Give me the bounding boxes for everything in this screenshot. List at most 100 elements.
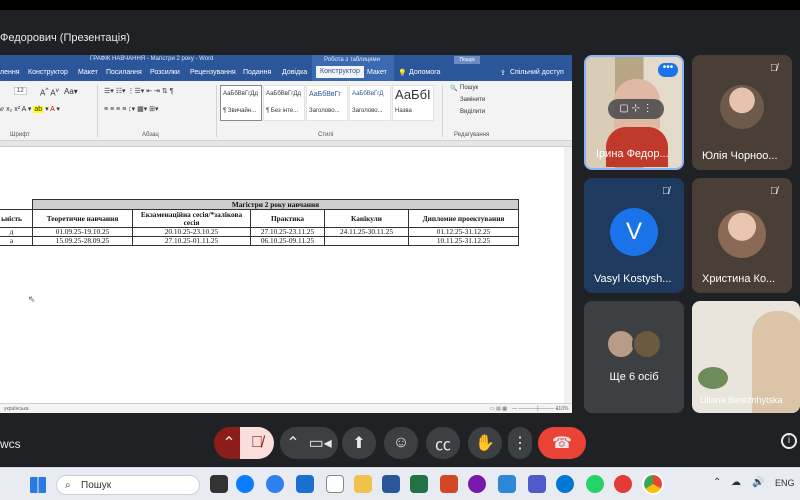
table-cell: 06.10.25-09.11.25 — [250, 236, 325, 246]
tab-mailings[interactable]: Розсилки — [150, 69, 180, 76]
style-title[interactable]: АаБбІ Назва — [392, 85, 434, 121]
table-cell: 27.10.25-01.11.25 — [132, 236, 251, 246]
participant-tile[interactable]: 🎙̸ Юлія Чорноо... — [692, 55, 792, 170]
change-case-icon[interactable]: Aa▾ — [64, 87, 78, 96]
end-call-button[interactable]: ☎ — [538, 427, 586, 459]
table-cell: д — [0, 227, 33, 237]
table-header: ьність — [0, 209, 33, 228]
share-label[interactable]: Спільний доступ — [510, 69, 564, 76]
mic-off-icon: 🎙̸ — [662, 186, 670, 197]
viber-icon[interactable] — [468, 475, 486, 493]
select-button[interactable]: Виділити — [460, 109, 485, 115]
meeting-code: wcs — [0, 437, 21, 451]
camera-button[interactable]: ⌃ ▭◂ — [280, 427, 338, 459]
style-heading2[interactable]: АаБбВвГгД Заголово... — [349, 85, 391, 121]
font-format-icons[interactable]: ℯ x₂ x² A ▾ ab ▾ A ▾ — [0, 105, 60, 113]
taskbar-search[interactable]: ⌕ Пошук — [56, 475, 200, 495]
mic-off-icon: 🎙̸ — [770, 63, 778, 74]
participant-tile[interactable]: 🎙̸ V Vasyl Kostysh... — [584, 178, 684, 293]
list-icons[interactable]: ☰▾ ☷▾ ⋮☰▾ ⇤ ⇥ ⇅ ¶ — [104, 87, 173, 95]
tab-table-design[interactable]: Конструктор — [316, 66, 364, 78]
word-title-bar: ГРАФІК НАВЧАННЯ - Магістри 2 року - Word… — [0, 55, 572, 65]
view-icons[interactable]: ▭ ▤ ▦ — [490, 406, 507, 412]
chrome-icon[interactable] — [642, 473, 664, 495]
keyboard-lang[interactable]: ENG — [775, 478, 795, 488]
red-top — [606, 127, 668, 167]
tray-chevron-icon[interactable]: ⌃ — [713, 477, 721, 488]
file-explorer-icon[interactable] — [354, 475, 372, 493]
raise-hand-icon[interactable]: ✋ — [468, 427, 502, 459]
table-header: Екзаменаційна сесія/*залікова сесія — [132, 209, 251, 228]
more-options-icon[interactable]: ••• — [658, 63, 678, 77]
word-icon[interactable] — [382, 475, 400, 493]
participant-name: Юлія Чорноо... — [702, 150, 778, 162]
task-view-icon[interactable] — [210, 475, 228, 493]
mouse-cursor: ⇖ — [28, 294, 36, 304]
font-size-box[interactable]: 12 — [14, 87, 27, 95]
table-header: Дипломне проектування — [408, 209, 519, 228]
tab-insert[interactable]: лення — [0, 69, 20, 76]
emoji-icon[interactable]: ☺ — [384, 427, 418, 459]
participant-name: Uliana Bereznhytska — [700, 395, 783, 405]
lightbulb-icon: 💡 — [398, 70, 407, 77]
tell-me-label[interactable]: Допомога — [409, 69, 440, 76]
zoom-level: 110% — [556, 406, 569, 412]
participant-tile[interactable]: ••• ▢ ⊹ ⋮ Ірина Федор... — [584, 55, 684, 170]
windows-start-icon[interactable] — [30, 477, 46, 493]
speaker-icon[interactable]: 🔊 — [752, 477, 764, 488]
table-header: Практика — [250, 209, 325, 228]
mic-off-button[interactable]: 🎙̸ — [240, 427, 274, 459]
schedule-table: Магістри 2 року навчання ьність Теоретич… — [0, 199, 519, 246]
more-options-icon[interactable]: ⋮ — [508, 427, 532, 459]
presenter-title: Федорович (Презентація) — [0, 32, 130, 44]
captions-icon[interactable]: ㏄ — [426, 427, 460, 459]
participant-tile[interactable]: 🎙̸ Христина Ко... — [692, 178, 792, 293]
tab-view[interactable]: Подання — [243, 69, 271, 76]
participant-tile-overflow[interactable]: Ще 6 осіб — [584, 301, 684, 413]
tab-help[interactable]: Довідка — [282, 69, 307, 76]
style-heading1[interactable]: АаБбВвГг Заголово... — [306, 85, 348, 121]
excel-icon[interactable] — [410, 475, 428, 493]
notepad-icon[interactable] — [326, 475, 344, 493]
table-cell: 24.11.25-30.11.25 — [324, 227, 409, 237]
tab-table-layout[interactable]: Макет — [367, 69, 387, 76]
document-page[interactable]: Магістри 2 року навчання ьність Теоретич… — [0, 147, 572, 395]
mic-off-icon: 🎙̸ — [770, 186, 778, 197]
word-ribbon-tabs: Робота з таблицями лення Конструктор Мак… — [0, 55, 572, 81]
whatsapp-icon[interactable] — [586, 475, 604, 493]
style-normal[interactable]: АаБбВвГгДд ¶ Звичайн... — [220, 85, 262, 121]
outlook-icon[interactable] — [498, 475, 516, 493]
group-styles: Стилі — [318, 132, 334, 138]
word-ribbon: 12 A^ Av Aa▾ ℯ x₂ x² A ▾ ab ▾ A ▾ ☰▾ ☷▾ … — [0, 81, 572, 141]
meet-header: Федорович (Презентація) — [0, 10, 800, 52]
powerpoint-icon[interactable] — [440, 475, 458, 493]
app-icon[interactable] — [614, 475, 632, 493]
participant-tile[interactable]: Uliana Bereznhytska — [692, 301, 800, 413]
table-header: Канікули — [324, 209, 409, 228]
replace-button[interactable]: Замінити — [460, 97, 485, 103]
tab-layout[interactable]: Макет — [78, 69, 98, 76]
word-search-box[interactable]: Пошук — [454, 56, 480, 64]
vertical-scrollbar[interactable] — [564, 147, 572, 403]
zoom-slider[interactable]: — ─────┼──── + — [512, 406, 558, 412]
tile-controls: ▢ ⊹ ⋮ — [608, 99, 664, 119]
participant-name: Vasyl Kostysh... — [594, 273, 672, 285]
plant-icon — [698, 367, 728, 389]
teams-new-icon[interactable] — [528, 475, 546, 493]
tab-references[interactable]: Посилання — [106, 69, 142, 76]
align-icons[interactable]: ≡ ≡ ≡ ≡ ↕▾ ▦▾ ⊞▾ — [104, 105, 159, 113]
edge-icon[interactable] — [266, 475, 284, 493]
present-icon[interactable]: ⬆ — [342, 427, 376, 459]
info-icon[interactable]: i — [781, 433, 797, 449]
copilot-icon[interactable] — [236, 475, 254, 493]
tab-design[interactable]: Конструктор — [28, 69, 68, 76]
style-no-spacing[interactable]: АаБбВвГгДд ¶ Без інте... — [263, 85, 305, 121]
tab-review[interactable]: Рецензування — [190, 69, 236, 76]
app-icon[interactable] — [556, 475, 574, 493]
top-edge — [0, 0, 800, 10]
table-cell: 15.09.25-28.09.25 — [32, 236, 133, 246]
font-grow-icon[interactable]: A^ Av — [40, 87, 59, 98]
find-button[interactable]: Пошук — [460, 85, 478, 91]
shared-screen: ГРАФІК НАВЧАННЯ - Магістри 2 року - Word… — [0, 55, 572, 413]
teams-icon[interactable] — [296, 475, 314, 493]
